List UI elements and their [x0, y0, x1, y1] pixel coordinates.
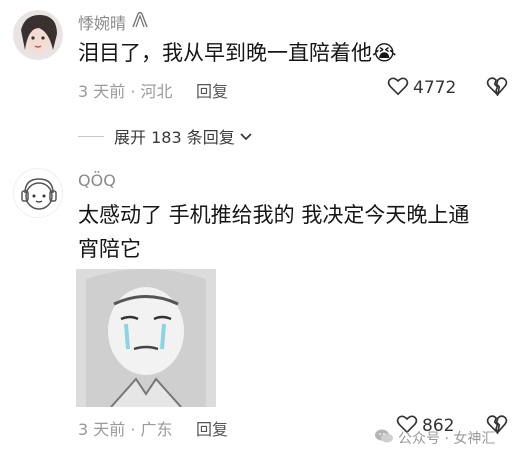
dislike-button[interactable] [486, 76, 508, 100]
comment-meta: 3 天前 · 河北 [78, 82, 173, 101]
heart-outline-icon [387, 76, 409, 100]
reply-button[interactable]: 回复 [196, 78, 228, 102]
username[interactable]: 悸婉晴 [78, 10, 150, 34]
comment-text: 泪目了，我从早到晚一直陪着他😭 [78, 41, 397, 65]
avatar[interactable] [13, 168, 63, 218]
sticker-image[interactable] [76, 269, 216, 407]
chevron-down-icon [239, 127, 253, 146]
comment-thread: 悸婉晴 泪目了，我从早到晚一直陪着他😭 3 天前 · 河北 回复 4772 展开… [0, 0, 520, 457]
broken-heart-icon [486, 77, 508, 97]
comment-meta: 3 天前 · 广东 [78, 420, 173, 439]
wechat-icon [374, 428, 394, 448]
divider [78, 135, 104, 137]
username[interactable]: QÖQ [78, 171, 116, 190]
reply-button[interactable]: 回复 [196, 416, 228, 440]
like-button[interactable]: 4772 [387, 76, 456, 100]
watermark: 公众号 · 女神汇 [374, 428, 495, 448]
like-count: 4772 [413, 78, 457, 98]
avatar[interactable] [13, 10, 63, 60]
hands-icon [130, 11, 150, 33]
expand-replies-button[interactable]: 展开 183 条回复 [78, 124, 253, 148]
comment-text: 太感动了 手机推给我的 我决定今天晚上通宵陪它 [78, 203, 470, 261]
